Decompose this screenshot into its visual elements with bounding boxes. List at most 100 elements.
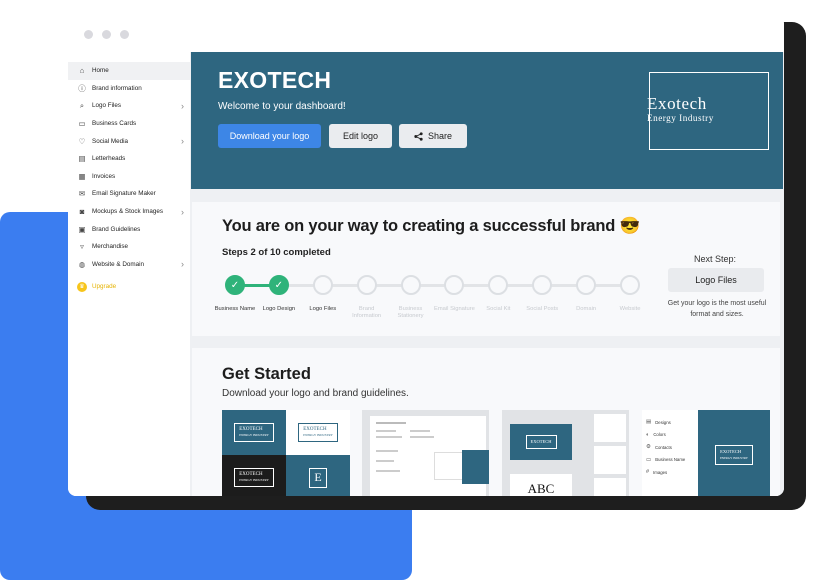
download-logo-label: Download your logo — [229, 131, 310, 141]
step-label: Social Posts — [526, 306, 559, 312]
sidebar-item-email-signature-maker[interactable]: ✉ Email Signature Maker — [68, 185, 190, 203]
step-pending-circle — [576, 275, 597, 295]
sidebar-item-website-domain[interactable]: ◍ Website & Domain › — [68, 256, 190, 274]
step-label: Domain — [576, 306, 597, 312]
welcome-text: Welcome to your dashboard! — [218, 101, 346, 112]
progress-track — [234, 284, 630, 287]
section-label: Contacts — [654, 444, 672, 450]
sidebar-item-upgrade[interactable]: ♛ Upgrade — [68, 278, 190, 296]
step-pending-circle — [532, 275, 553, 295]
step-pending-circle — [444, 275, 465, 295]
card-icon: ▭ — [78, 119, 86, 129]
sidebar-item-brand-guidelines[interactable]: ▣ Brand Guidelines — [68, 220, 190, 238]
step-label: Brand Information — [352, 306, 382, 319]
edit-logo-label: Edit logo — [342, 131, 379, 141]
sidebar-item-label: Business Cards — [92, 120, 137, 128]
step-pending-circle — [312, 275, 333, 295]
section-icon: ▤ — [646, 419, 652, 426]
section-icon: ▭ — [646, 456, 652, 463]
sidebar-item-label: Home — [92, 67, 109, 75]
step-label: Business Name — [214, 306, 256, 312]
share-button[interactable]: Share — [399, 124, 467, 148]
progress-title: You are on your way to creating a succes… — [222, 217, 640, 235]
brand-logo-preview: Exotech Energy Industry — [647, 72, 769, 150]
step-label: Business Stationery — [397, 306, 424, 319]
book-icon: ▣ — [78, 224, 86, 234]
step-label: Social Kit — [486, 306, 511, 312]
font-sample: ABC — [510, 474, 572, 496]
logo-wordmark: Exotech — [647, 94, 707, 113]
letterhead-preview — [370, 416, 489, 496]
section-icon: # — [646, 469, 650, 476]
sidebar-item-logo-files[interactable]: ⌕ Logo Files › — [68, 97, 190, 115]
window-maximize-dot[interactable] — [120, 29, 129, 39]
sidebar-item-label: Merchandise — [92, 243, 129, 251]
crown-icon: ♛ — [77, 281, 87, 292]
logo-variations-thumbnail[interactable]: EXOTECH ENERGY INDUSTRY EXOTECH ENERGY IND… — [222, 410, 350, 496]
email-icon: ✉ — [78, 189, 86, 199]
globe-icon: ◍ — [78, 259, 86, 269]
sidebar-item-brand-information[interactable]: ⓘ Brand information — [68, 80, 190, 98]
logo-variant-white: EXOTECH ENERGY INDUSTRY — [286, 410, 350, 455]
sidebar-item-label: Social Media — [92, 137, 129, 145]
guideline-cover: EXOTECH ENERGY INDUSTRY — [698, 410, 770, 496]
sidebar-item-label: Brand information — [92, 84, 142, 92]
share-label: Share — [427, 131, 453, 141]
logo-variant-blue: EXOTECH ENERGY INDUSTRY — [222, 410, 286, 455]
next-step-description: Get your logo is the most useful format … — [667, 300, 767, 318]
step-label: Email Signature — [433, 306, 475, 312]
download-logo-button[interactable]: Download your logo — [218, 124, 321, 148]
chevron-right-icon: › — [181, 259, 184, 270]
share-icon — [414, 131, 423, 141]
brand-title: EXOTECH — [218, 67, 332, 93]
sidebar-item-label: Logo Files — [92, 102, 122, 110]
step-pending-circle — [620, 275, 640, 295]
next-step-heading: Next Step: — [694, 254, 737, 264]
step-label: Logo Design — [262, 306, 296, 312]
window-titlebar — [68, 16, 784, 52]
invoice-icon: ▦ — [78, 171, 86, 181]
step-label: Logo Files — [309, 306, 337, 312]
hero-banner: EXOTECH Welcome to your dashboard! Downl… — [191, 52, 783, 189]
upgrade-label: Upgrade — [92, 283, 117, 291]
guideline-section-item: ▤ Designs — [646, 416, 696, 429]
window-close-dot[interactable] — [84, 29, 93, 39]
progress-count: Steps 2 of 10 completed — [222, 247, 331, 258]
chevron-right-icon: › — [181, 100, 184, 111]
camera-icon: ◙ — [79, 207, 85, 217]
section-label: Business Name — [655, 457, 686, 463]
home-icon: ⌂ — [79, 66, 85, 76]
section-label: Images — [653, 469, 668, 475]
get-started-card: Get Started Download your logo and brand… — [192, 348, 780, 496]
section-label: Designs — [655, 419, 671, 425]
section-label: Colors — [653, 432, 666, 438]
sidebar-item-home[interactable]: ⌂ Home — [68, 62, 190, 80]
sidebar-item-label: Email Signature Maker — [92, 190, 156, 198]
main-content: EXOTECH Welcome to your dashboard! Downl… — [190, 52, 784, 496]
brand-guidelines-thumbnail[interactable]: ▤ Designs ◐ Colors ⚙ Contacts ▭ Business Name # I… — [642, 410, 770, 496]
sidebar-item-business-cards[interactable]: ▭ Business Cards — [68, 115, 190, 133]
logo-monogram-variant: E — [286, 455, 350, 496]
guideline-section-item: ▭ Business Name — [646, 454, 696, 467]
section-icon: ⚙ — [646, 444, 651, 451]
sidebar-item-merchandise[interactable]: ▿ Merchandise — [68, 238, 190, 256]
stationery-thumbnail[interactable] — [362, 410, 489, 496]
sidebar-item-label: Mockups & Stock Images — [92, 208, 164, 216]
sidebar-item-invoices[interactable]: ▦ Invoices — [68, 168, 190, 186]
next-step-button[interactable]: Logo Files — [668, 268, 764, 292]
step-pending-circle — [400, 275, 421, 295]
guideline-section-item: ◐ Colors — [646, 429, 696, 442]
business-card-thumbnail[interactable]: EXOTECH ABC — [502, 410, 629, 496]
info-icon: ⓘ — [78, 83, 86, 93]
thumbs-up-icon: ♡ — [78, 136, 86, 146]
document-icon: ▤ — [78, 154, 86, 164]
get-started-title: Get Started — [222, 365, 311, 383]
sidebar-item-mockups-stock-images[interactable]: ◙ Mockups & Stock Images › — [68, 203, 190, 221]
chevron-right-icon: › — [181, 206, 184, 217]
sidebar-item-letterheads[interactable]: ▤ Letterheads — [68, 150, 190, 168]
sidebar-item-social-media[interactable]: ♡ Social Media › — [68, 132, 190, 150]
sidebar: ⌂ Home ⓘ Brand information ⌕ Logo Files › ▭ Busi… — [68, 52, 190, 496]
window-minimize-dot[interactable] — [102, 29, 111, 39]
edit-logo-button[interactable]: Edit logo — [329, 124, 392, 148]
business-card-front: EXOTECH — [510, 424, 572, 460]
